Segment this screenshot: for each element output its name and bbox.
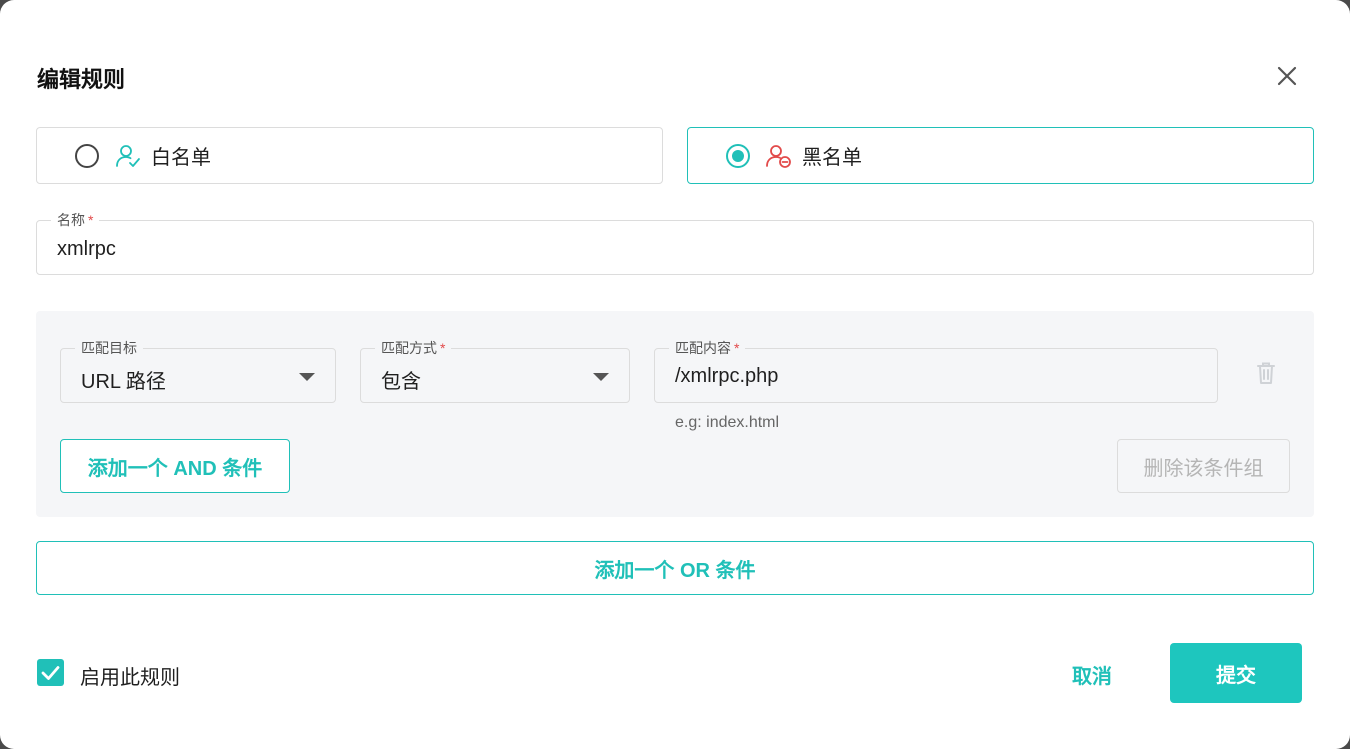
user-block-icon <box>766 144 791 168</box>
match-target-value: URL 路径 <box>81 371 166 393</box>
match-content-input[interactable]: /xmlrpc.php <box>675 365 778 388</box>
edit-rule-dialog: 编辑规则 白名单 黑名单 名称 * xmlrpc 匹配目标 URL 路径 匹配方… <box>0 0 1350 749</box>
whitelist-radio[interactable] <box>75 143 99 168</box>
match-content-label: 匹配内容 * <box>669 338 746 358</box>
add-and-condition-button[interactable]: 添加一个 AND 条件 <box>60 439 290 493</box>
delete-condition-group-button[interactable]: 删除该条件组 <box>1117 439 1290 493</box>
rule-type-blacklist-option[interactable]: 黑名单 <box>687 127 1314 184</box>
submit-button[interactable]: 提交 <box>1170 643 1302 703</box>
checkmark-icon <box>41 666 60 680</box>
name-field[interactable]: 名称 * xmlrpc <box>36 210 1314 275</box>
trash-icon[interactable] <box>1254 360 1278 386</box>
match-content-helper: e.g: index.html <box>675 414 780 431</box>
enable-rule-checkbox[interactable] <box>37 659 64 686</box>
name-input[interactable]: xmlrpc <box>57 238 116 261</box>
blacklist-radio[interactable] <box>726 143 750 168</box>
chevron-down-icon[interactable] <box>299 373 315 381</box>
match-target-label: 匹配目标 <box>75 338 143 358</box>
enable-rule-label: 启用此规则 <box>80 667 180 689</box>
whitelist-label: 白名单 <box>151 147 211 169</box>
blacklist-label: 黑名单 <box>802 147 862 169</box>
cancel-button[interactable]: 取消 <box>1052 652 1132 696</box>
rule-type-whitelist-option[interactable]: 白名单 <box>36 127 663 184</box>
match-method-value: 包含 <box>381 371 421 393</box>
close-icon[interactable] <box>1274 63 1300 89</box>
add-or-condition-button[interactable]: 添加一个 OR 条件 <box>36 541 1314 595</box>
condition-group: 匹配目标 URL 路径 匹配方式 * 包含 匹配内容 * /xmlrpc.php e… <box>36 311 1314 517</box>
match-method-select[interactable]: 匹配方式 * 包含 <box>360 338 630 403</box>
match-method-label: 匹配方式 * <box>375 338 452 358</box>
match-target-select[interactable]: 匹配目标 URL 路径 <box>60 338 336 403</box>
dialog-title: 编辑规则 <box>37 67 126 92</box>
match-content-field[interactable]: 匹配内容 * /xmlrpc.php <box>654 338 1218 403</box>
chevron-down-icon[interactable] <box>593 373 609 381</box>
name-field-label: 名称 * <box>51 210 100 230</box>
user-check-icon <box>116 144 140 167</box>
